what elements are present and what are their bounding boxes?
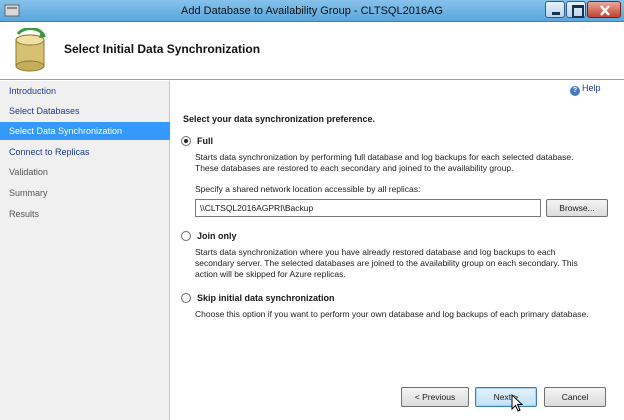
share-location-input[interactable]: \\CLTSQL2016AGPRI\Backup: [195, 199, 541, 217]
minimize-button[interactable]: [545, 1, 565, 18]
share-location-label: Specify a shared network location access…: [195, 184, 421, 194]
sync-preference-prompt: Select your data synchronization prefere…: [183, 114, 376, 124]
full-label[interactable]: Full: [197, 136, 213, 146]
skip-sync-description: Choose this option if you want to perfor…: [195, 309, 589, 319]
nav-item-validation: Validation: [9, 167, 48, 177]
join-only-label[interactable]: Join only: [197, 231, 237, 241]
skip-sync-radio[interactable]: [181, 293, 191, 303]
window-title: Add Database to Availability Group - CLT…: [181, 5, 443, 17]
join-only-description: Starts data synchronization where you ha…: [195, 247, 578, 279]
cancel-button[interactable]: Cancel: [544, 387, 606, 407]
nav-item-summary: Summary: [9, 188, 48, 198]
skip-sync-label[interactable]: Skip initial data synchronization: [197, 293, 335, 303]
browse-button[interactable]: Browse...: [546, 199, 608, 217]
full-description: Starts data synchronization by performin…: [195, 152, 574, 173]
nav-item-select-data-synchronization[interactable]: Select Data Synchronization: [0, 122, 170, 140]
wizard-nav: Introduction Select Databases Select Dat…: [0, 81, 170, 420]
full-radio[interactable]: [181, 136, 191, 146]
mouse-cursor-icon: [511, 394, 524, 412]
main-panel: ? Help Select your data synchronization p…: [171, 81, 624, 420]
help-icon: ?: [570, 86, 580, 96]
page-title: Select Initial Data Synchronization: [64, 42, 261, 56]
help-link[interactable]: ? Help: [570, 83, 601, 96]
nav-item-introduction[interactable]: Introduction: [0, 82, 170, 100]
wizard-header: Select Initial Data Synchronization: [0, 22, 624, 80]
next-button[interactable]: Next >: [475, 387, 537, 407]
database-sync-icon: [15, 28, 46, 72]
nav-item-select-databases[interactable]: Select Databases: [0, 102, 170, 120]
join-only-radio[interactable]: [181, 231, 191, 241]
previous-button[interactable]: < Previous: [401, 387, 469, 407]
help-label: Help: [582, 83, 601, 93]
title-bar: Add Database to Availability Group - CLT…: [0, 0, 624, 22]
nav-item-results: Results: [9, 209, 40, 219]
maximize-button[interactable]: [566, 1, 586, 18]
close-button[interactable]: [587, 1, 621, 18]
nav-item-connect-to-replicas[interactable]: Connect to Replicas: [0, 143, 170, 161]
close-icon: [600, 5, 610, 16]
